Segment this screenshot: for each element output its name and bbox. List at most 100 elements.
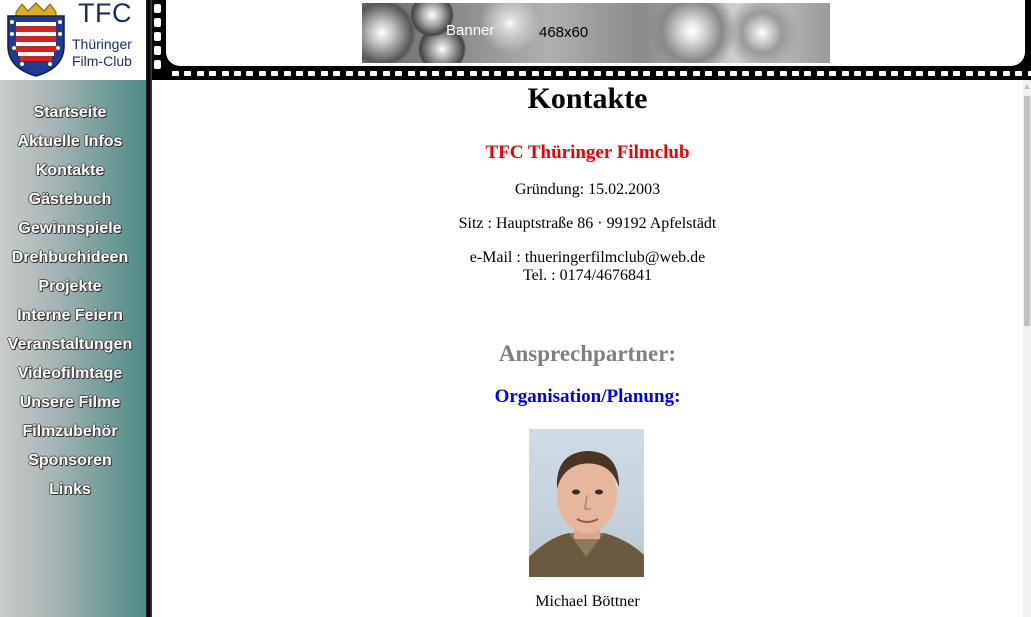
film-perforation	[606, 71, 613, 76]
film-perforation	[705, 71, 713, 76]
film-perforation	[1027, 71, 1031, 76]
main-content: Kontakte TFC Thüringer Filmclub Gründung…	[152, 80, 1023, 617]
film-perforation	[320, 71, 328, 76]
founding-date: Gründung: 15.02.2003	[514, 181, 661, 198]
film-perforation	[154, 18, 161, 27]
film-perforation	[271, 71, 279, 76]
logo-subtitle-line1: Thüringer	[72, 36, 132, 52]
film-perforation	[643, 71, 651, 76]
film-perforation	[283, 71, 291, 76]
logo-subtitle-line2: Film-Club	[72, 53, 132, 69]
film-perforation	[544, 71, 551, 76]
nav-item-videofilmtage[interactable]: Videofilmtage	[0, 363, 140, 392]
film-perforation	[345, 71, 353, 76]
film-perforation	[655, 71, 663, 76]
film-perforation	[1015, 71, 1023, 76]
banner-ad[interactable]: Banner 468x60	[362, 3, 830, 63]
film-perforation	[519, 71, 527, 76]
club-email: e-Mail : thueringerfilmclub@web.de	[469, 249, 706, 266]
film-perforation	[742, 71, 750, 76]
banner-label: Banner	[446, 22, 495, 39]
film-perforation	[841, 71, 849, 76]
film-perforation	[866, 71, 874, 76]
vertical-scrollbar[interactable]: ▲	[1023, 80, 1031, 617]
film-bottom-perforations	[172, 71, 1031, 76]
film-perforation	[196, 71, 204, 76]
nav-item-drehbuchideen[interactable]: Drehbuchideen	[0, 247, 140, 276]
film-perforation	[829, 71, 837, 76]
film-perforation	[154, 32, 161, 41]
scroll-up-arrow-icon[interactable]: ▲	[1023, 82, 1031, 92]
film-perforation	[854, 71, 861, 76]
film-perforation	[531, 71, 539, 76]
film-perforation	[581, 71, 589, 76]
nav-item-sponsoren[interactable]: Sponsoren	[0, 450, 140, 479]
nav-item-kontakte[interactable]: Kontakte	[0, 160, 140, 189]
film-perforation	[258, 71, 266, 76]
nav-item-gaestebuch[interactable]: Gästebuch	[0, 189, 140, 218]
film-perforation	[717, 71, 725, 76]
main-navigation: Startseite Aktuelle Infos Kontakte Gäste…	[0, 102, 140, 508]
film-perforation	[333, 71, 341, 76]
film-perforation	[154, 4, 161, 13]
nav-item-startseite[interactable]: Startseite	[0, 102, 140, 131]
nav-item-links[interactable]: Links	[0, 479, 140, 508]
nav-item-unsere-filme[interactable]: Unsere Filme	[0, 392, 140, 421]
film-perforation	[730, 71, 737, 76]
nav-item-projekte[interactable]: Projekte	[0, 276, 140, 305]
nav-item-gewinnspiele[interactable]: Gewinnspiele	[0, 218, 140, 247]
film-perforation	[469, 71, 477, 76]
film-perforation	[420, 71, 427, 76]
film-perforation	[916, 71, 923, 76]
film-perforation	[234, 71, 241, 76]
sidebar: TFC Thüringer Film-Club Startseite Aktue…	[0, 0, 146, 617]
contacts-heading: Ansprechpartner:	[498, 341, 677, 366]
film-perforation	[296, 71, 303, 76]
film-perforation	[494, 71, 502, 76]
film-perforation	[618, 71, 626, 76]
thuringia-crest-icon	[7, 2, 65, 77]
film-perforation	[940, 71, 948, 76]
film-perforation	[767, 71, 775, 76]
film-perforation	[154, 60, 161, 69]
film-perforation	[1002, 71, 1010, 76]
scrollbar-thumb[interactable]	[1024, 96, 1030, 326]
film-perforation	[668, 71, 675, 76]
film-perforation	[556, 71, 564, 76]
film-perforation	[395, 71, 403, 76]
film-perforation	[184, 71, 192, 76]
club-name: TFC Thüringer Filmclub	[485, 142, 690, 163]
film-perforation	[891, 71, 899, 76]
club-phone: Tel. : 0174/4676841	[522, 267, 653, 284]
organisation-heading: Organisation/Planung:	[494, 386, 681, 407]
club-logo[interactable]: TFC Thüringer Film-Club	[0, 0, 146, 80]
film-perforation	[308, 71, 316, 76]
film-perforation	[903, 71, 911, 76]
film-perforation	[990, 71, 998, 76]
club-address: Sitz : Hauptstraße 86 · 99192 Apfelstädt	[458, 215, 717, 232]
film-perforation	[816, 71, 824, 76]
film-perforation	[568, 71, 576, 76]
nav-item-interne-feiern[interactable]: Interne Feiern	[0, 305, 140, 334]
nav-item-aktuelle-infos[interactable]: Aktuelle Infos	[0, 131, 140, 160]
film-perforation	[630, 71, 638, 76]
film-perforation	[221, 71, 229, 76]
film-perforation	[804, 71, 812, 76]
film-perforation	[928, 71, 936, 76]
film-perforation	[382, 71, 390, 76]
film-perforation	[978, 71, 985, 76]
banner-size-label: 468x60	[539, 24, 589, 41]
film-perforation	[432, 71, 440, 76]
nav-item-filmzubehoer[interactable]: Filmzubehör	[0, 421, 140, 450]
film-perforation	[358, 71, 365, 76]
film-perforation	[792, 71, 799, 76]
film-perforation	[246, 71, 254, 76]
film-perforation	[506, 71, 514, 76]
film-perforation	[407, 71, 415, 76]
film-perforation	[779, 71, 787, 76]
film-perforation	[370, 71, 378, 76]
logo-title: TFC	[78, 0, 132, 28]
film-perforation	[754, 71, 762, 76]
nav-item-veranstaltungen[interactable]: Veranstaltungen	[0, 334, 140, 363]
film-perforation	[444, 71, 452, 76]
